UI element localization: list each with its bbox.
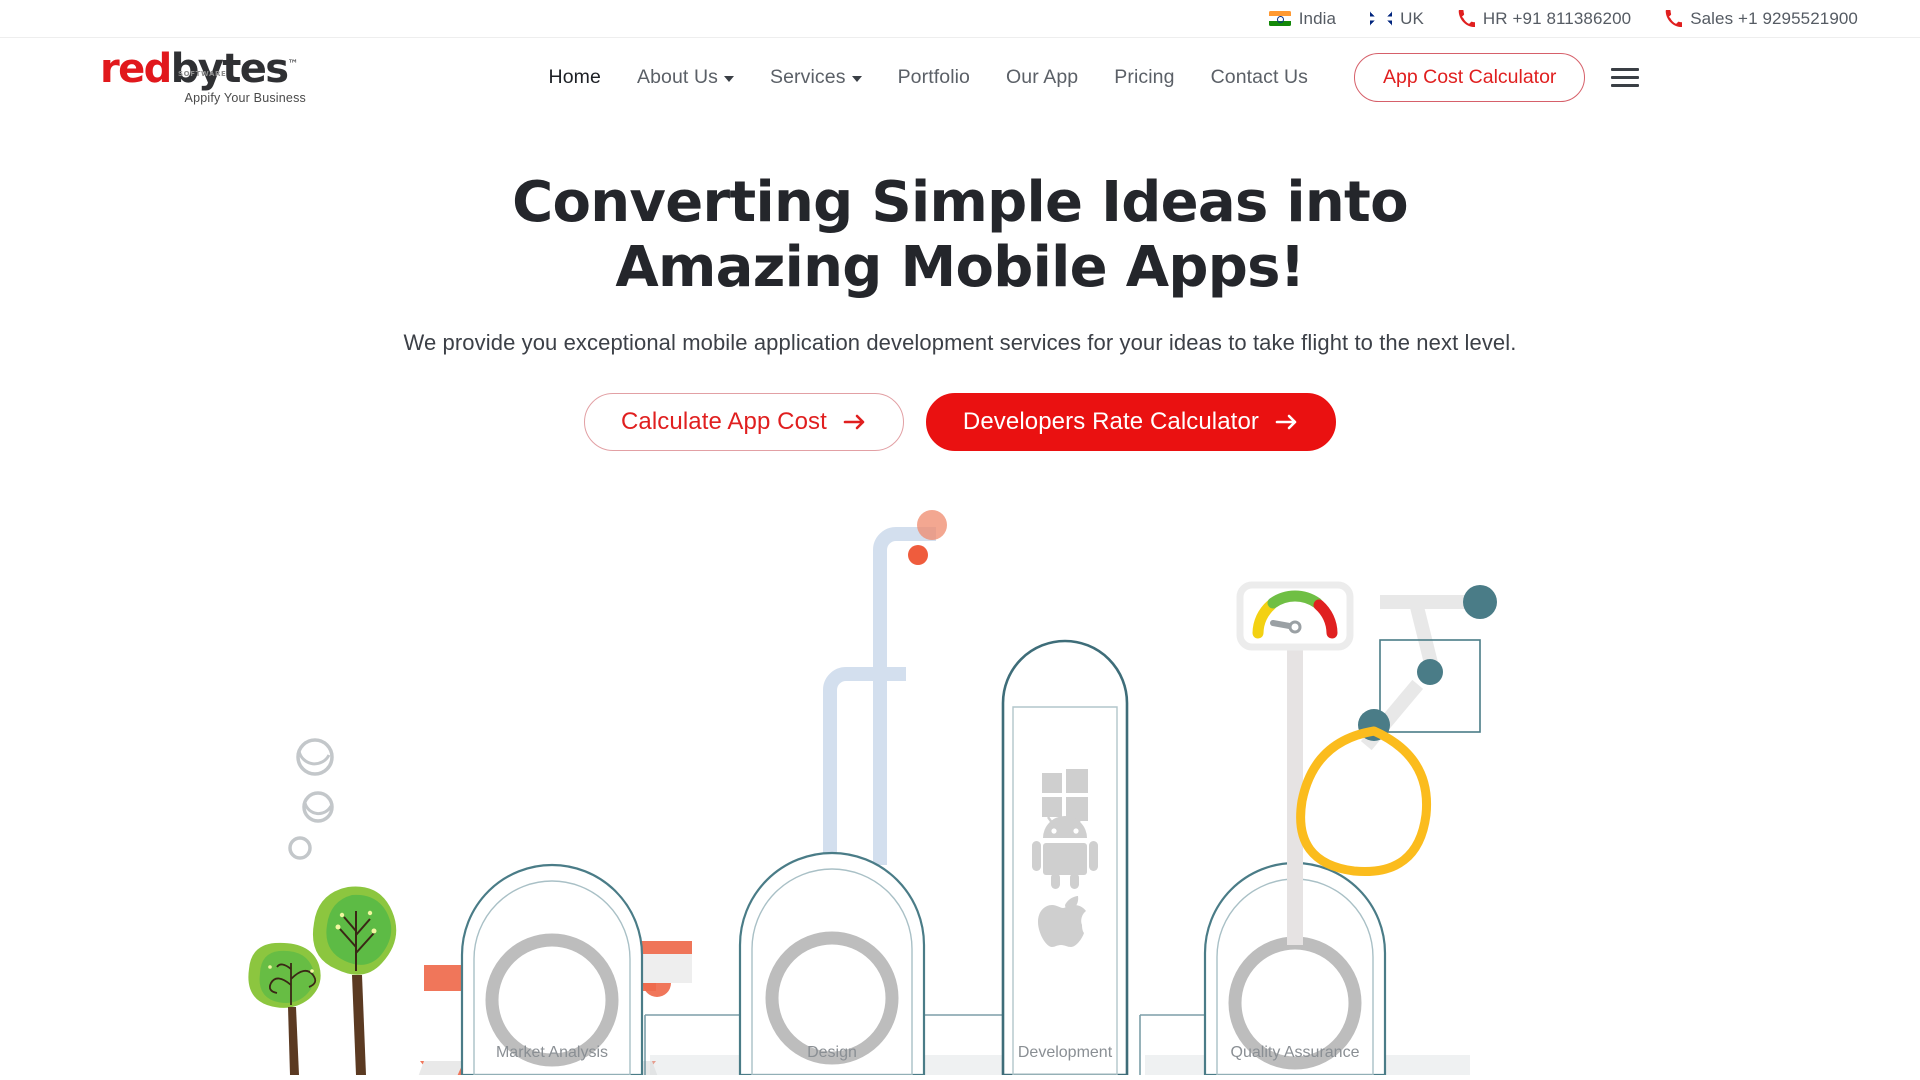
nav-item-pricing-label: Pricing	[1114, 65, 1175, 88]
logo-overlay-software: SOFTWARE	[178, 70, 227, 78]
phone-icon	[1665, 10, 1683, 27]
hamburger-menu-icon[interactable]	[1611, 67, 1640, 87]
calculate-app-cost-label: Calculate App Cost	[621, 407, 827, 435]
stage-label-design: Design	[807, 1044, 857, 1061]
site-header: redbytes™ SOFTWARE Appify Your Business …	[0, 38, 1920, 116]
stage-tower-market-analysis: Market Analysis	[460, 863, 644, 1075]
app-cost-calculator-button[interactable]: App Cost Calculator	[1354, 52, 1586, 102]
nav-item-contact-us-label: Contact Us	[1210, 65, 1309, 88]
sales-phone-label: Sales +1 9295521900	[1690, 8, 1858, 28]
locale-uk[interactable]: UK	[1370, 9, 1424, 29]
nav-item-about-us-label: About Us	[636, 65, 718, 88]
logo-text-red: red	[100, 46, 172, 92]
india-flag-icon	[1268, 11, 1291, 26]
calculate-app-cost-button[interactable]: Calculate App Cost	[584, 392, 904, 451]
nav-item-home-label: Home	[548, 65, 601, 88]
hero-subheading: We provide you exceptional mobile applic…	[403, 329, 1517, 355]
main-navigation: Home About Us Services Portfolio Our App…	[312, 52, 1858, 102]
dot-small-icon	[908, 544, 928, 565]
trees-icon	[248, 886, 397, 1075]
nav-item-pricing[interactable]: Pricing	[1096, 66, 1192, 89]
stage-label-development: Development	[1018, 1044, 1113, 1061]
logo-trademark: ™	[287, 57, 299, 71]
nav-item-our-app-label: Our App	[1006, 65, 1079, 88]
nav-item-portfolio[interactable]: Portfolio	[880, 66, 988, 89]
site-logo[interactable]: redbytes™ SOFTWARE Appify Your Business	[100, 49, 312, 105]
nav-item-services-label: Services	[769, 65, 846, 88]
logo-text-dark: bytes	[170, 46, 289, 92]
stage-label-market-analysis: Market Analysis	[496, 1044, 608, 1061]
hr-phone-label: HR +91 811386200	[1482, 8, 1632, 28]
nav-item-our-app[interactable]: Our App	[988, 66, 1096, 89]
pipes-decoration	[823, 526, 936, 865]
logo-tagline: Appify Your Business	[184, 91, 306, 105]
nav-item-services[interactable]: Services	[752, 66, 880, 89]
phone-icon	[1458, 10, 1475, 27]
app-cost-calculator-label: App Cost Calculator	[1383, 65, 1557, 88]
nav-item-contact-us[interactable]: Contact Us	[1193, 66, 1326, 89]
dot-large-icon	[917, 509, 947, 540]
developers-rate-calculator-button[interactable]: Developers Rate Calculator	[925, 392, 1336, 451]
yellow-loop-icon	[1296, 726, 1432, 876]
nav-item-portfolio-label: Portfolio	[897, 65, 970, 88]
arrow-right-icon	[843, 413, 867, 431]
logo-wordmark: redbytes™ SOFTWARE	[100, 49, 312, 89]
arrow-right-icon	[1275, 413, 1299, 431]
stage-label-quality-assurance: Quality Assurance	[1231, 1044, 1360, 1061]
hero-section: Converting Simple Ideas into Amazing Mob…	[0, 116, 1920, 451]
locale-india[interactable]: India	[1268, 8, 1337, 29]
chevron-down-icon	[723, 75, 734, 82]
nav-item-home[interactable]: Home	[531, 66, 619, 89]
hero-cta-group: Calculate App Cost Developers Rate Calcu…	[0, 392, 1920, 451]
nav-item-about-us[interactable]: About Us	[619, 66, 752, 89]
bubbles-icon	[288, 738, 334, 860]
stage-tower-development: Development	[1001, 639, 1129, 1075]
app-development-process-illustration: Market Analysis Design Development Quali…	[0, 455, 1920, 1075]
network-nodes-icon	[1358, 584, 1497, 750]
sales-phone-link[interactable]: Sales +1 9295521900	[1665, 9, 1858, 29]
developers-rate-calculator-label: Developers Rate Calculator	[962, 407, 1259, 435]
chevron-down-icon	[851, 75, 862, 82]
locale-india-label: India	[1298, 8, 1337, 28]
page-title: Converting Simple Ideas into Amazing Mob…	[512, 170, 1409, 300]
uk-flag-icon	[1370, 11, 1393, 26]
locale-uk-label: UK	[1400, 8, 1424, 28]
stage-tower-design: Design	[738, 851, 926, 1075]
hr-phone-link[interactable]: HR +91 811386200	[1458, 9, 1631, 29]
utility-topbar: India UK HR +91 811386200 Sales +1 92955…	[0, 0, 1920, 38]
